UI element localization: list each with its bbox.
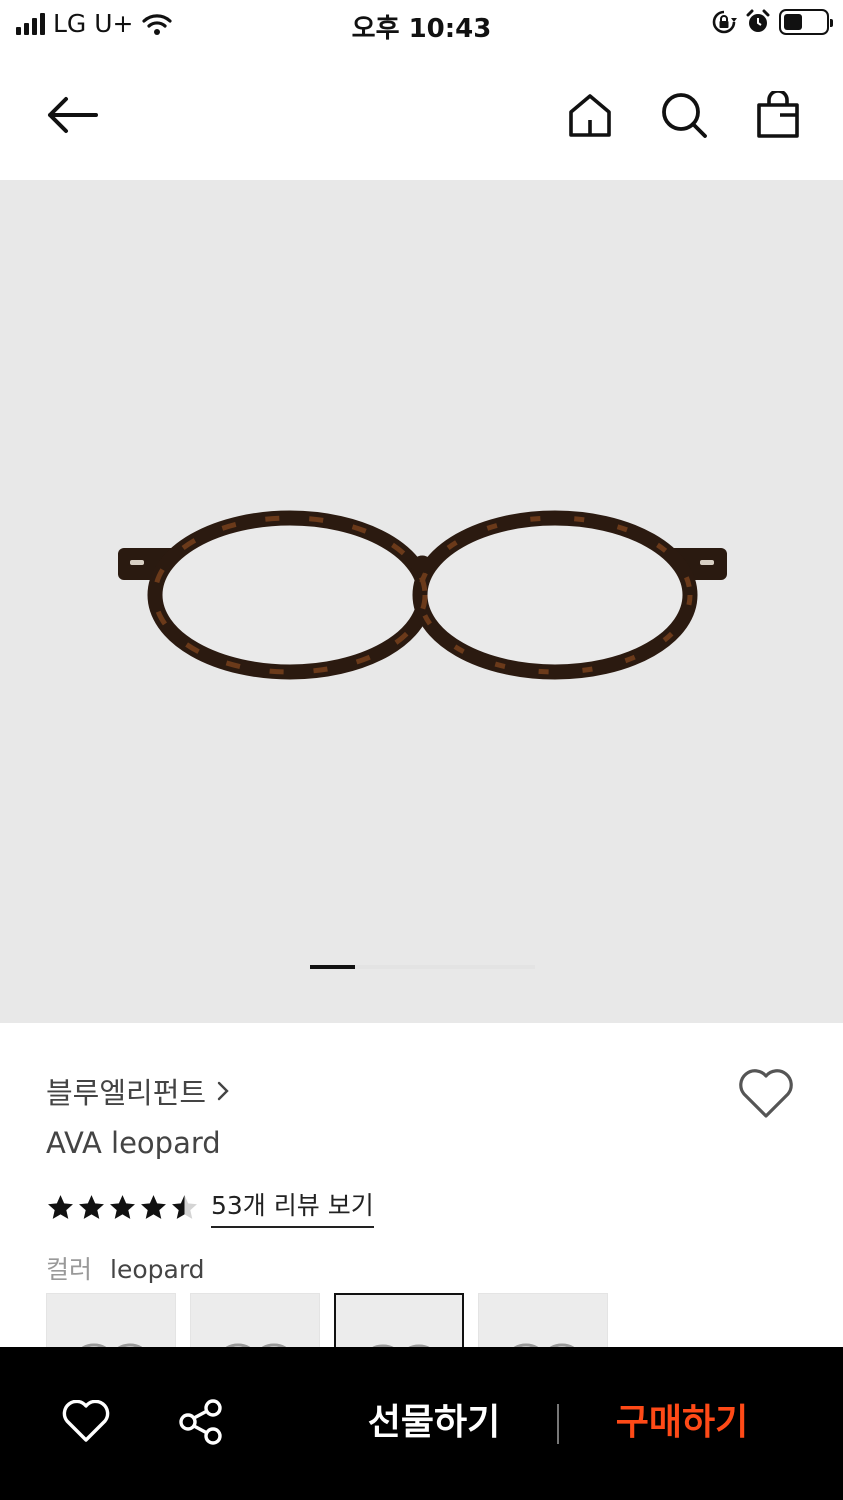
star-icon: [172, 1195, 197, 1219]
star-icon: [110, 1195, 135, 1219]
back-button[interactable]: [43, 86, 101, 144]
brand-link[interactable]: 블루엘리펀트: [46, 1070, 230, 1112]
top-nav-bar: [0, 48, 843, 180]
rating-row: 53개 리뷰 보기: [46, 1186, 374, 1228]
alarm-icon: [746, 9, 770, 32]
brand-name: 블루엘리펀트: [46, 1076, 207, 1110]
battery-icon: [779, 9, 833, 35]
gift-button[interactable]: 선물하기: [352, 1395, 516, 1451]
product-image: [118, 510, 727, 680]
heart-icon: [62, 1400, 110, 1442]
color-label: 컬러: [46, 1255, 93, 1284]
battery-fill: [784, 14, 802, 30]
rotation-lock-icon: [712, 10, 737, 34]
star-icon: [48, 1195, 73, 1219]
gallery-pager: [310, 965, 535, 969]
buy-button[interactable]: 구매하기: [600, 1395, 764, 1451]
star-icon: [141, 1195, 166, 1219]
color-row: 컬러 leopard: [46, 1250, 205, 1286]
star-rating: [46, 1193, 199, 1221]
status-right: [711, 9, 833, 35]
home-icon: [569, 94, 611, 137]
wishlist-button[interactable]: [738, 1068, 798, 1124]
share-button[interactable]: [176, 1397, 226, 1447]
home-button[interactable]: [561, 86, 619, 144]
button-divider: [557, 1404, 559, 1444]
search-icon: [662, 93, 707, 138]
shopping-bag-icon: [757, 91, 799, 138]
star-icon: [79, 1195, 104, 1219]
product-image-gallery[interactable]: [0, 180, 843, 1023]
status-bar: LG U+ 오후 10:43: [0, 0, 843, 48]
pager-active-indicator: [310, 965, 355, 969]
review-link[interactable]: 53개 리뷰 보기: [211, 1186, 374, 1228]
search-button[interactable]: [655, 86, 713, 144]
heart-outline-icon: [739, 1069, 793, 1118]
product-name: AVA leopard: [46, 1126, 221, 1160]
cart-button[interactable]: [749, 86, 807, 144]
back-arrow-icon: [48, 97, 98, 133]
color-value: leopard: [110, 1255, 205, 1284]
chevron-right-icon: [217, 1081, 229, 1101]
bottom-wishlist-button[interactable]: [61, 1397, 111, 1447]
share-icon: [179, 1399, 222, 1445]
bottom-action-bar: 선물하기 구매하기: [0, 1347, 843, 1500]
